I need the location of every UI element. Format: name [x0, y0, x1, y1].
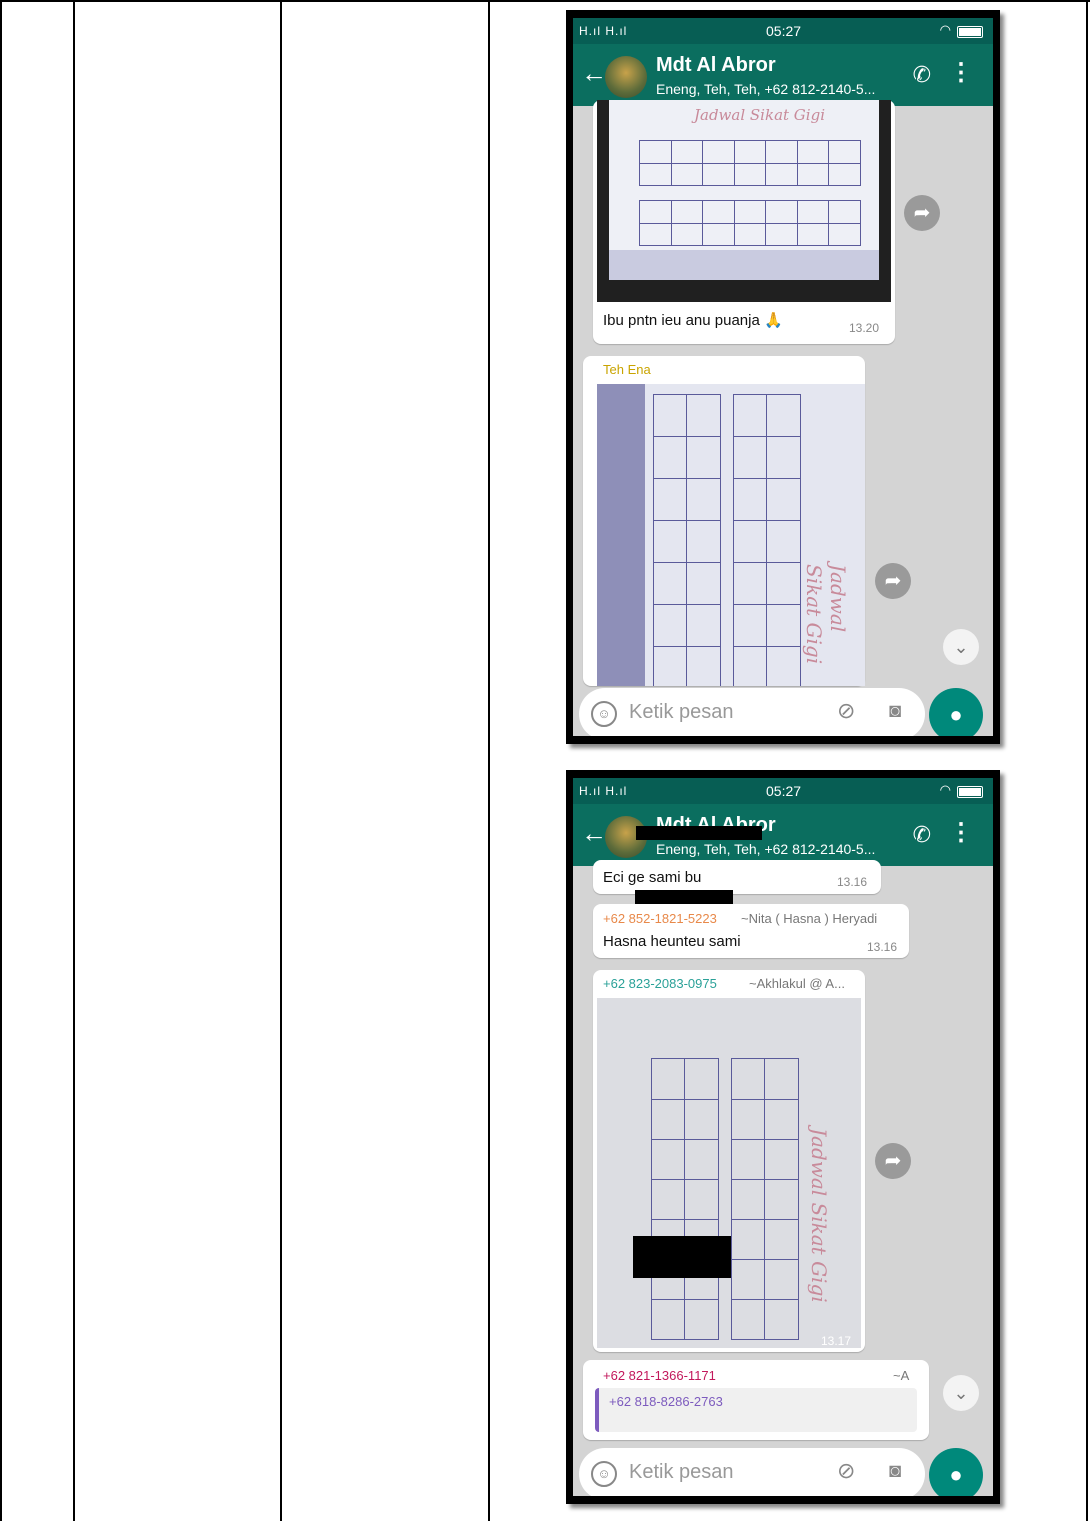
table-top-border — [0, 0, 1090, 2]
back-arrow-icon[interactable]: ← — [581, 58, 607, 89]
message-sender-number[interactable]: +62 821-1366-1171 — [603, 1368, 716, 1383]
reply-message[interactable]: +62 821-1366-1171 ~A +62 818-8286-2763 — [583, 1360, 929, 1440]
emoji-icon[interactable]: ☺ — [591, 701, 617, 727]
signal-indicator: H.ıl H.ıl — [579, 24, 628, 38]
attach-icon[interactable]: ⊘ — [837, 698, 855, 724]
more-vert-icon[interactable]: ⋮ — [949, 58, 973, 87]
text-message[interactable]: +62 852-1821-5223 ~Nita ( Hasna ) Heryad… — [593, 904, 909, 958]
message-time: 13.16 — [867, 940, 898, 954]
scroll-down-icon[interactable]: ⌄ — [943, 1375, 979, 1411]
table-column-line — [0, 0, 2, 1521]
clock: 05:27 — [766, 783, 802, 799]
add-call-icon[interactable]: ✆ — [913, 62, 931, 88]
forward-icon[interactable]: ➦ — [875, 1143, 911, 1179]
message-time: 13.16 — [837, 875, 868, 889]
image-message[interactable]: Teh Ena Jadwal Sikat Gigi — [583, 356, 865, 686]
message-photo[interactable]: Jadwal Sikat Gigi — [597, 384, 865, 686]
emoji-icon[interactable]: ☺ — [591, 1461, 617, 1487]
message-sender-number[interactable]: +62 823-2083-0975 — [603, 976, 717, 991]
input-placeholder[interactable]: Ketik pesan — [629, 1461, 734, 1484]
phone-screenshot-1: H.ıl H.ıl 05:27 ◠ ← Mdt Al Abror Eneng, … — [566, 10, 1000, 744]
back-arrow-icon[interactable]: ← — [581, 818, 607, 849]
table-column-line — [280, 0, 282, 1521]
chat-area[interactable]: Eci ge sami bu 13.16 +62 852-1821-5223 ~… — [573, 860, 993, 1496]
group-avatar[interactable] — [605, 56, 647, 98]
camera-icon[interactable]: ◙ — [889, 1460, 901, 1483]
table-column-line — [1086, 0, 1088, 1521]
message-text: Eci ge sami bu — [603, 869, 702, 886]
chat-area[interactable]: Jadwal Sikat Gigi Ibu pntn ieu anu puanj… — [573, 100, 993, 736]
battery-icon — [957, 26, 983, 38]
wifi-icon: ◠ — [939, 22, 951, 37]
message-sender: Teh Ena — [603, 362, 651, 377]
clock: 05:27 — [766, 23, 802, 39]
photo-caption-text: Jadwal Sikat Gigi — [694, 106, 825, 124]
message-time: 13.17 — [821, 1334, 852, 1348]
message-sender-number[interactable]: +62 852-1821-5223 — [603, 911, 717, 926]
battery-icon — [957, 786, 983, 798]
phone-screenshot-2: H.ıl H.ıl 05:27 ◠ ← Mdt Al Abror Eneng, … — [566, 770, 1000, 1504]
message-time: 13.20 — [849, 321, 880, 335]
message-photo[interactable]: Jadwal Sikat Gigi 13.17 — [597, 998, 861, 1348]
image-message[interactable]: Jadwal Sikat Gigi Ibu pntn ieu anu puanj… — [593, 100, 895, 344]
photo-caption-text: Jadwal Sikat Gigi — [802, 564, 850, 665]
quoted-message[interactable]: +62 818-8286-2763 — [595, 1388, 917, 1432]
message-sender-name: ~Akhlakul @ A... — [749, 976, 845, 991]
chat-header[interactable]: ← Mdt Al Abror Eneng, Teh, Teh, +62 812-… — [573, 44, 993, 106]
message-input[interactable]: ☺ Ketik pesan ⊘ ◙ — [579, 688, 925, 736]
group-members: Eneng, Teh, Teh, +62 812-2140-5... — [656, 81, 876, 97]
group-members: Eneng, Teh, Teh, +62 812-2140-5... — [656, 841, 876, 857]
mic-icon[interactable]: ● — [929, 688, 983, 736]
group-title[interactable]: Mdt Al Abror — [656, 54, 776, 77]
photo-caption-text: Jadwal Sikat Gigi — [807, 1128, 831, 1303]
add-call-icon[interactable]: ✆ — [913, 822, 931, 848]
quoted-sender-number: +62 818-8286-2763 — [609, 1394, 723, 1409]
message-sender-name: ~A — [893, 1368, 910, 1383]
mic-icon[interactable]: ● — [929, 1448, 983, 1496]
attach-icon[interactable]: ⊘ — [837, 1458, 855, 1484]
message-text: Ibu pntn ieu anu puanja 🙏 — [603, 312, 783, 329]
camera-icon[interactable]: ◙ — [889, 700, 901, 723]
redaction-bar — [635, 890, 733, 904]
status-bar: H.ıl H.ıl 05:27 ◠ — [573, 18, 993, 44]
forward-icon[interactable]: ➦ — [904, 195, 940, 231]
redaction-bar — [633, 1236, 731, 1278]
more-vert-icon[interactable]: ⋮ — [949, 818, 973, 847]
message-photo[interactable]: Jadwal Sikat Gigi — [597, 100, 891, 302]
forward-icon[interactable]: ➦ — [875, 563, 911, 599]
input-placeholder[interactable]: Ketik pesan — [629, 701, 734, 724]
text-message[interactable]: Eci ge sami bu 13.16 — [593, 860, 881, 894]
redaction-bar — [636, 826, 762, 840]
table-column-line — [73, 0, 75, 1521]
status-bar: H.ıl H.ıl 05:27 ◠ — [573, 778, 993, 804]
message-text: Hasna heunteu sami — [603, 933, 741, 950]
wifi-icon: ◠ — [939, 782, 951, 797]
chat-header[interactable]: ← Mdt Al Abror Eneng, Teh, Teh, +62 812-… — [573, 804, 993, 866]
message-sender-name: ~Nita ( Hasna ) Heryadi — [741, 911, 878, 926]
table-column-line — [488, 0, 490, 1521]
image-message[interactable]: +62 823-2083-0975 ~Akhlakul @ A... Jadwa… — [593, 970, 865, 1352]
signal-indicator: H.ıl H.ıl — [579, 784, 628, 798]
scroll-down-icon[interactable]: ⌄ — [943, 629, 979, 665]
message-input[interactable]: ☺ Ketik pesan ⊘ ◙ — [579, 1448, 925, 1496]
